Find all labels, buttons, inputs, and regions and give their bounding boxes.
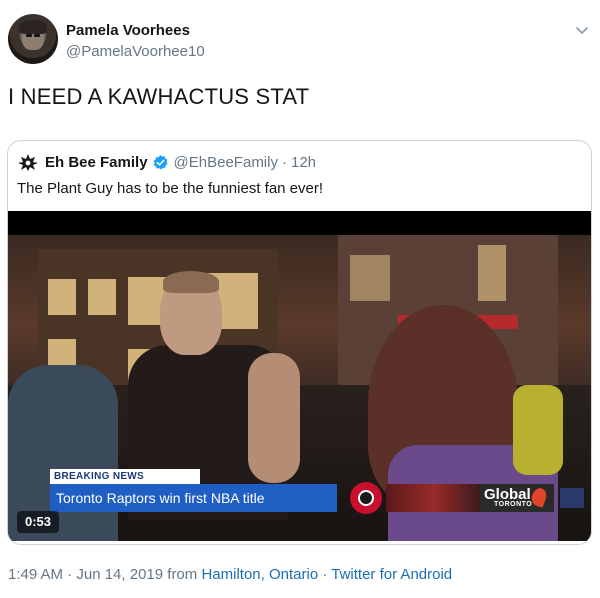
quoted-display-name[interactable]: Eh Bee Family — [45, 154, 148, 171]
separator-dot: · — [322, 566, 328, 583]
quoted-handle[interactable]: @EhBeeFamily — [174, 154, 278, 171]
breaking-news-label: BREAKING NEWS — [50, 469, 200, 484]
eh-bee-logo-icon — [18, 154, 38, 171]
ticker-thumbnail — [386, 484, 481, 512]
avatar-eye — [26, 34, 32, 37]
quoted-timestamp[interactable]: 12h — [291, 154, 316, 171]
fan-arm — [248, 353, 300, 483]
quoted-tweet-card[interactable]: Eh Bee Family @EhBeeFamily · 12h The Pla… — [7, 140, 592, 545]
author-handle[interactable]: @PamelaVoorhee10 — [66, 43, 205, 60]
location-link[interactable]: Hamilton, Ontario — [201, 566, 318, 583]
separator-dot: · — [281, 153, 287, 171]
avatar[interactable] — [8, 14, 58, 64]
avatar-hair — [19, 20, 47, 34]
verified-badge-icon — [153, 154, 168, 169]
news-headline-ticker: Toronto Raptors win first NBA title — [50, 484, 337, 512]
network-city: TORONTO — [494, 501, 533, 508]
author-display-name[interactable]: Pamela Voorhees — [66, 22, 190, 39]
avatar-eye — [34, 34, 40, 37]
crowd-person — [513, 385, 563, 475]
video-player[interactable]: BREAKING NEWS Toronto Raptors win first … — [8, 211, 591, 541]
raptors-logo-icon — [350, 482, 382, 514]
tweet-text: I NEED A KAWHACTUS STAT — [8, 84, 310, 109]
tweet-header: Pamela Voorhees @PamelaVoorhee10 — [8, 12, 592, 68]
quoted-tweet-header: Eh Bee Family @EhBeeFamily · 12h — [17, 151, 316, 173]
tweet-footer: 1:49 AM · Jun 14, 2019 from Hamilton, On… — [8, 566, 452, 583]
chevron-down-icon[interactable] — [572, 20, 592, 40]
tweet-timestamp[interactable]: 1:49 AM · Jun 14, 2019 from — [8, 566, 197, 583]
video-duration: 0:53 — [17, 511, 59, 533]
network-badge-icon — [560, 488, 584, 508]
global-logo-icon: Global TORONTO — [480, 484, 554, 512]
quoted-tweet-text: The Plant Guy has to be the funniest fan… — [17, 180, 324, 197]
fan-hair — [163, 271, 219, 293]
source-link[interactable]: Twitter for Android — [331, 566, 452, 583]
